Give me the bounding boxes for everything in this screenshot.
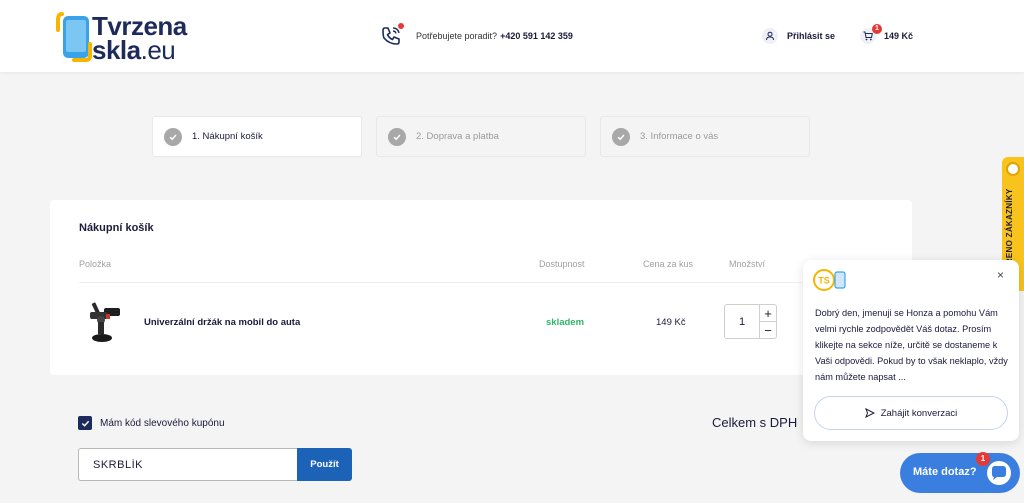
cart-title: Nákupní košík bbox=[79, 222, 154, 234]
quantity-stepper: + − bbox=[724, 304, 777, 339]
quantity-increase-button[interactable]: + bbox=[759, 305, 776, 321]
step-label: 2. Doprava a platba bbox=[416, 131, 499, 142]
coupon-code-input[interactable] bbox=[78, 448, 297, 481]
column-header-unit-price: Cena za kus bbox=[643, 259, 694, 269]
start-conversation-label: Zahájit konverzaci bbox=[880, 407, 958, 419]
step-label: 1. Nákupní košík bbox=[192, 131, 263, 142]
product-name-link[interactable]: Univerzální držák na mobil do auta bbox=[144, 317, 300, 328]
step-cart[interactable]: 1. Nákupní košík bbox=[152, 116, 362, 157]
check-icon bbox=[612, 127, 630, 146]
phone-number[interactable]: +420 591 142 359 bbox=[500, 31, 573, 41]
chat-avatar-text: TS bbox=[818, 276, 830, 286]
quantity-input[interactable] bbox=[725, 305, 759, 338]
phone-contact[interactable]: Potřebujete poradit? +420 591 142 359 bbox=[380, 23, 573, 48]
chat-launcher-label: Máte dotaz? bbox=[913, 466, 977, 478]
check-icon bbox=[388, 127, 406, 146]
start-conversation-button[interactable]: Zahájit konverzaci bbox=[814, 396, 1008, 430]
chat-message: Dobrý den, jmenuji se Honza a pomohu Vám… bbox=[815, 308, 1008, 382]
user-icon bbox=[762, 28, 778, 44]
chat-popup: TS × Dobrý den, jmenuji se Honza a pomoh… bbox=[803, 260, 1019, 441]
logo-line2: skla bbox=[92, 35, 141, 65]
coupon-checkbox-label: Mám kód slevového kupónu bbox=[100, 417, 225, 429]
site-logo[interactable]: Tvrzena skla.eu bbox=[56, 8, 206, 64]
header-cart[interactable]: 1 149 Kč bbox=[860, 24, 914, 44]
chat-avatar-logo: TS bbox=[813, 269, 846, 291]
total-with-vat-label: Celkem s DPH bbox=[712, 415, 798, 430]
login-link[interactable]: Přihlásit se bbox=[762, 28, 835, 44]
apply-coupon-button[interactable]: Použít bbox=[297, 448, 352, 481]
quantity-decrease-button[interactable]: − bbox=[759, 321, 776, 338]
chat-bubble-icon bbox=[987, 461, 1011, 485]
cart-card: Nákupní košík Položka Dostupnost Cena za… bbox=[50, 200, 912, 375]
chat-launcher-button[interactable]: Máte dotaz? bbox=[900, 453, 1020, 493]
column-header-quantity: Množství bbox=[729, 259, 766, 269]
phone-call-icon bbox=[380, 23, 404, 47]
availability-status: skladem bbox=[546, 317, 585, 328]
column-header-item: Položka bbox=[79, 259, 112, 269]
step-shipping[interactable]: 2. Doprava a platba bbox=[376, 116, 586, 157]
quantity-buttons: + − bbox=[759, 305, 776, 338]
step-label: 3. Informace o vás bbox=[640, 131, 719, 142]
phone-label: Potřebujete poradit? bbox=[416, 31, 498, 41]
send-icon bbox=[864, 408, 875, 418]
coupon-checkbox-row[interactable]: Mám kód slevového kupónu bbox=[78, 416, 225, 430]
cart-count-badge: 1 bbox=[872, 24, 882, 34]
unit-price: 149 Kč bbox=[656, 317, 686, 328]
step-info[interactable]: 3. Informace o vás bbox=[600, 116, 810, 157]
logo-text: Tvrzena skla.eu bbox=[92, 13, 187, 65]
verified-seal-icon bbox=[1006, 162, 1020, 176]
cart-total: 149 Kč bbox=[884, 31, 914, 41]
check-icon bbox=[164, 127, 182, 146]
logo-phone-icon bbox=[56, 12, 92, 62]
coupon-checkbox[interactable] bbox=[78, 416, 92, 430]
site-header: Tvrzena skla.eu Potřebujete poradit? +42… bbox=[0, 0, 1024, 72]
product-thumbnail[interactable] bbox=[82, 298, 126, 344]
chat-close-icon[interactable]: × bbox=[997, 268, 1004, 282]
chat-notification-badge: 1 bbox=[976, 452, 990, 466]
phone-status-dot bbox=[398, 23, 404, 29]
row-divider bbox=[79, 282, 885, 283]
logo-domain: .eu bbox=[140, 35, 176, 65]
checkout-steps: 1. Nákupní košík 2. Doprava a platba 3. … bbox=[152, 116, 810, 157]
column-header-availability: Dostupnost bbox=[539, 259, 585, 269]
cart-icon: 1 bbox=[860, 24, 882, 44]
login-label: Přihlásit se bbox=[787, 31, 836, 41]
